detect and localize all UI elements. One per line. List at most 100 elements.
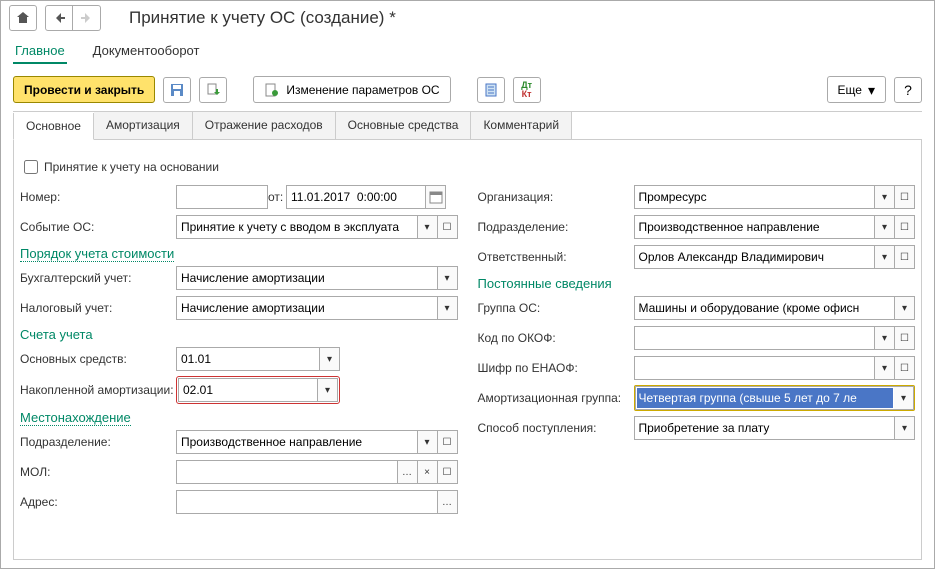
- resp-open[interactable]: ☐: [895, 245, 915, 269]
- open-icon: ☐: [900, 222, 909, 233]
- report-button[interactable]: [477, 77, 505, 103]
- amgrp-dropdown[interactable]: ▾: [894, 386, 914, 410]
- clear-icon: ×: [424, 467, 430, 478]
- dtkt-button[interactable]: ДтКт: [513, 77, 541, 103]
- from-label: от:: [268, 190, 286, 204]
- event-dropdown[interactable]: ▾: [418, 215, 438, 239]
- acc-dropdown[interactable]: ▾: [438, 266, 458, 290]
- dept-left-input[interactable]: [176, 430, 418, 454]
- dept-right-open[interactable]: ☐: [895, 215, 915, 239]
- chevron-down-icon: ▾: [882, 222, 887, 233]
- home-button[interactable]: [9, 5, 37, 31]
- section-cost-header[interactable]: Порядок учета стоимости: [20, 246, 174, 262]
- help-button[interactable]: ?: [894, 77, 922, 103]
- amgrp-input[interactable]: Четвертая группа (свыше 5 лет до 7 ле: [635, 386, 895, 410]
- chevron-down-icon: ▾: [424, 437, 429, 448]
- org-input[interactable]: [634, 185, 876, 209]
- post-button[interactable]: [199, 77, 227, 103]
- document-icon: [483, 82, 499, 98]
- back-button[interactable]: [45, 5, 73, 31]
- section-tab-main[interactable]: Главное: [13, 39, 67, 64]
- fa-acc-dropdown[interactable]: ▾: [320, 347, 340, 371]
- open-icon: ☐: [900, 333, 909, 344]
- arrow-left-icon: [51, 10, 67, 26]
- dep-acc-dropdown[interactable]: ▾: [318, 378, 338, 402]
- chevron-down-icon: ▾: [882, 252, 887, 263]
- enaof-input[interactable]: [634, 356, 876, 380]
- more-button[interactable]: Еще ▾: [827, 76, 886, 103]
- chevron-down-icon: ▾: [901, 393, 906, 404]
- number-input[interactable]: [176, 185, 268, 209]
- section-location-header[interactable]: Местонахождение: [20, 410, 131, 426]
- enaof-open[interactable]: ☐: [895, 356, 915, 380]
- section-tab-docflow[interactable]: Документооборот: [91, 39, 202, 64]
- resp-label: Ответственный:: [478, 250, 634, 264]
- open-icon: ☐: [900, 363, 909, 374]
- basis-checkbox[interactable]: [24, 160, 38, 174]
- chevron-down-icon: ▾: [327, 354, 332, 365]
- open-icon: ☐: [900, 192, 909, 203]
- receipt-input[interactable]: [634, 416, 896, 440]
- chevron-down-icon: ▾: [424, 222, 429, 233]
- mol-ellipsis[interactable]: …: [398, 460, 418, 484]
- chevron-down-icon: ▾: [902, 303, 907, 314]
- post-and-close-button[interactable]: Провести и закрыть: [13, 76, 155, 103]
- okof-dropdown[interactable]: ▾: [875, 326, 895, 350]
- event-input[interactable]: [176, 215, 418, 239]
- org-label: Организация:: [478, 190, 634, 204]
- org-open[interactable]: ☐: [895, 185, 915, 209]
- event-open[interactable]: ☐: [438, 215, 458, 239]
- addr-label: Адрес:: [20, 495, 176, 509]
- arrow-right-icon: [79, 10, 95, 26]
- dep-acc-input[interactable]: [178, 378, 318, 402]
- section-perm-header: Постоянные сведения: [478, 276, 916, 291]
- acc-input[interactable]: [176, 266, 438, 290]
- amgrp-label: Амортизационная группа:: [478, 391, 634, 405]
- resp-input[interactable]: [634, 245, 876, 269]
- dept-right-dropdown[interactable]: ▾: [875, 215, 895, 239]
- org-dropdown[interactable]: ▾: [875, 185, 895, 209]
- open-icon: ☐: [900, 252, 909, 263]
- dept-left-open[interactable]: ☐: [438, 430, 458, 454]
- tab-expenses[interactable]: Отражение расходов: [193, 112, 336, 139]
- mol-open[interactable]: ☐: [438, 460, 458, 484]
- enaof-dropdown[interactable]: ▾: [875, 356, 895, 380]
- basis-label: Принятие к учету на основании: [44, 160, 219, 174]
- save-button[interactable]: [163, 77, 191, 103]
- resp-dropdown[interactable]: ▾: [875, 245, 895, 269]
- open-icon: ☐: [443, 467, 452, 478]
- mol-clear[interactable]: ×: [418, 460, 438, 484]
- change-params-button[interactable]: Изменение параметров ОС: [253, 76, 450, 103]
- group-dropdown[interactable]: ▾: [895, 296, 915, 320]
- tab-main[interactable]: Основное: [13, 113, 94, 140]
- date-input[interactable]: [286, 185, 426, 209]
- chevron-down-icon: ▾: [902, 423, 907, 434]
- group-label: Группа ОС:: [478, 301, 634, 315]
- dept-right-input[interactable]: [634, 215, 876, 239]
- receipt-dropdown[interactable]: ▾: [895, 416, 915, 440]
- dept-left-dropdown[interactable]: ▾: [418, 430, 438, 454]
- addr-input[interactable]: [176, 490, 438, 514]
- event-label: Событие ОС:: [20, 220, 176, 234]
- tab-comment[interactable]: Комментарий: [471, 112, 572, 139]
- tax-input[interactable]: [176, 296, 438, 320]
- open-icon: ☐: [443, 437, 452, 448]
- more-label: Еще: [838, 83, 862, 97]
- group-input[interactable]: [634, 296, 896, 320]
- okof-open[interactable]: ☐: [895, 326, 915, 350]
- calendar-button[interactable]: [426, 185, 446, 209]
- chevron-down-icon: ▾: [444, 303, 449, 314]
- tax-dropdown[interactable]: ▾: [438, 296, 458, 320]
- tab-amort[interactable]: Амортизация: [94, 112, 193, 139]
- fa-acc-label: Основных средств:: [20, 352, 176, 366]
- page-title: Принятие к учету ОС (создание) *: [129, 8, 396, 28]
- tab-assets[interactable]: Основные средства: [336, 112, 472, 139]
- mol-label: МОЛ:: [20, 465, 176, 479]
- receipt-label: Способ поступления:: [478, 421, 634, 435]
- fa-acc-input[interactable]: [176, 347, 320, 371]
- mol-input[interactable]: [176, 460, 398, 484]
- chevron-down-icon: ▾: [444, 273, 449, 284]
- okof-input[interactable]: [634, 326, 876, 350]
- help-icon: ?: [904, 82, 912, 98]
- addr-ellipsis[interactable]: …: [438, 490, 458, 514]
